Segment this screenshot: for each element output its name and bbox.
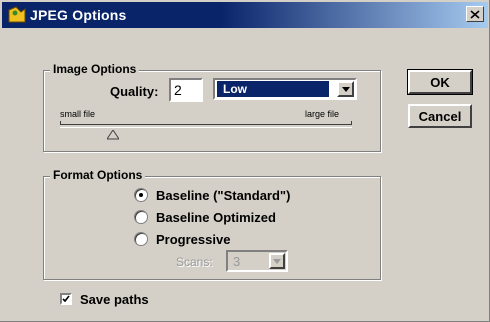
slider-min-label: small file: [60, 109, 96, 119]
radio-label: Baseline ("Standard"): [156, 187, 291, 203]
save-paths-label: Save paths: [80, 291, 149, 307]
radio-label: Baseline Optimized: [156, 209, 276, 225]
close-button[interactable]: [466, 6, 484, 22]
quality-slider-track[interactable]: [60, 121, 352, 128]
format-options-legend: Format Options: [50, 168, 146, 182]
window-title: JPEG Options: [30, 7, 127, 23]
radio-button[interactable]: [134, 188, 148, 202]
close-icon: [470, 9, 480, 19]
radio-button[interactable]: [134, 232, 148, 246]
scans-select[interactable]: 3: [226, 250, 288, 272]
quality-slider-thumb[interactable]: [105, 127, 120, 140]
image-options-legend: Image Options: [50, 62, 140, 76]
scans-label: Scans:: [176, 255, 213, 269]
quality-label: Quality:: [110, 84, 159, 99]
scans-value: 3: [233, 254, 241, 269]
jpeg-options-dialog: JPEG Options Image Options Quality: 2 Lo…: [0, 0, 490, 322]
scans-dropdown-button[interactable]: [269, 253, 285, 269]
dropdown-button[interactable]: [337, 81, 354, 97]
quality-preset-select[interactable]: Low: [213, 78, 357, 100]
quality-preset-value: Low: [223, 82, 247, 96]
radio-baseline-standard[interactable]: Baseline ("Standard"): [134, 186, 290, 204]
quality-value: 2: [174, 82, 182, 98]
ok-button[interactable]: OK: [407, 69, 473, 95]
app-icon: [8, 6, 26, 24]
chevron-down-icon: [341, 86, 350, 92]
cancel-button[interactable]: Cancel: [408, 104, 472, 128]
save-paths-checkbox[interactable]: [60, 293, 72, 305]
checkmark-icon: [62, 295, 70, 303]
save-paths-option[interactable]: Save paths: [60, 290, 149, 308]
title-bar[interactable]: JPEG Options: [2, 2, 488, 28]
radio-button[interactable]: [134, 210, 148, 224]
quality-input[interactable]: 2: [169, 78, 203, 102]
quality-preset-selected: Low: [217, 81, 329, 97]
slider-thumb-icon: [105, 129, 120, 140]
chevron-down-icon: [273, 258, 281, 264]
radio-progressive[interactable]: Progressive: [134, 230, 230, 248]
slider-max-label: large file: [305, 109, 340, 119]
radio-label: Progressive: [156, 231, 231, 247]
radio-baseline-optimized[interactable]: Baseline Optimized: [134, 208, 276, 226]
